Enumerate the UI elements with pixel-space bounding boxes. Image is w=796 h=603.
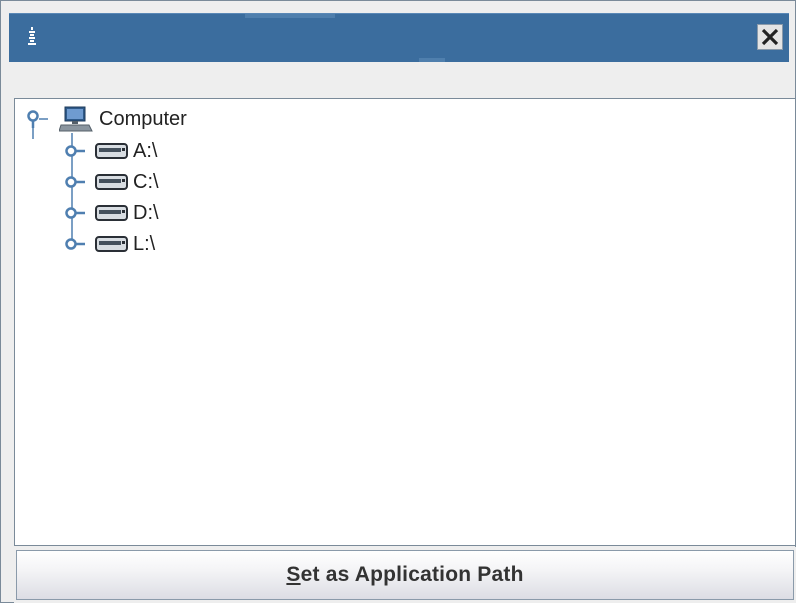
expanded-toggle-icon[interactable]	[25, 108, 47, 130]
collapsed-toggle-icon[interactable]	[63, 143, 87, 159]
tree-node-label: D:\	[133, 201, 159, 224]
title-bar[interactable]	[9, 13, 789, 62]
directory-tree[interactable]: Computer A:\ C:\ D:\ L:\	[14, 98, 796, 546]
tree-node-label: C:\	[133, 170, 159, 193]
collapsed-toggle-icon[interactable]	[63, 174, 87, 190]
drive-icon	[95, 143, 128, 159]
drive-icon	[95, 205, 128, 221]
tree-node-drive-d[interactable]: D:\	[63, 201, 159, 225]
collapsed-toggle-icon[interactable]	[63, 205, 87, 221]
java-app-icon	[28, 27, 36, 45]
set-application-path-button[interactable]: Set as Application Path	[16, 550, 794, 600]
mnemonic-letter: S	[286, 563, 301, 586]
tree-node-computer[interactable]: Computer	[25, 106, 187, 132]
tree-node-label: L:\	[133, 232, 156, 255]
tree-node-drive-c[interactable]: C:\	[63, 170, 159, 194]
label-rest: et as Application Path	[300, 563, 524, 586]
file-chooser-window: Computer A:\ C:\ D:\ L:\ Set as Applicat…	[0, 0, 796, 603]
set-application-path-label: Set as Application Path	[286, 563, 523, 587]
tree-node-drive-l[interactable]: L:\	[63, 232, 155, 256]
computer-icon	[59, 106, 93, 132]
drive-icon	[95, 236, 128, 252]
toolbar-area	[9, 62, 789, 97]
drive-icon	[95, 174, 128, 190]
tree-node-label: Computer	[99, 107, 187, 130]
tree-node-drive-a[interactable]: A:\	[63, 139, 157, 163]
collapsed-toggle-icon[interactable]	[63, 236, 87, 252]
tree-node-label: A:\	[133, 139, 158, 162]
close-button[interactable]	[757, 24, 783, 50]
title-bar-highlight	[245, 14, 335, 18]
button-bar: Set as Application Path	[14, 547, 796, 603]
close-icon	[761, 28, 779, 46]
